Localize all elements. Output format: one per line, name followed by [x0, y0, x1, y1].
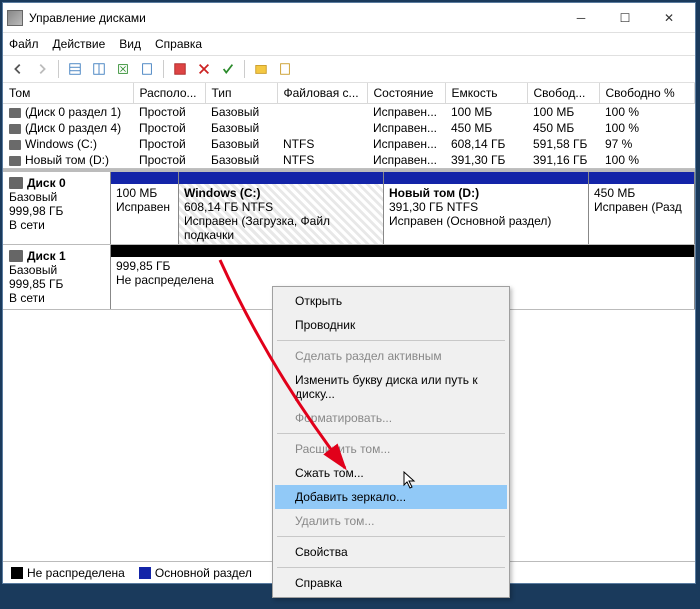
disk-1-head[interactable]: Диск 1 Базовый 999,85 ГБ В сети [3, 245, 111, 309]
partition-windows-c[interactable]: Windows (C:) 608,14 ГБ NTFS Исправен (За… [179, 172, 384, 244]
note-icon[interactable] [274, 58, 296, 80]
table-row[interactable]: (Диск 0 раздел 1)ПростойБазовыйИсправен.… [3, 104, 695, 121]
menu-help[interactable]: Справка [155, 37, 202, 51]
check-icon[interactable] [217, 58, 239, 80]
volume-table: Том Располо... Тип Файловая с... Состоян… [3, 83, 695, 169]
minimize-button[interactable]: ─ [559, 4, 603, 32]
delete-icon[interactable] [193, 58, 215, 80]
ctx-format: Форматировать... [275, 406, 507, 430]
settings-icon[interactable] [169, 58, 191, 80]
partition[interactable]: 450 МБ Исправен (Разд [589, 172, 695, 244]
context-menu: Открыть Проводник Сделать раздел активны… [272, 286, 510, 598]
col-freepct[interactable]: Свободно % [599, 83, 695, 104]
ctx-help[interactable]: Справка [275, 571, 507, 595]
back-button[interactable] [7, 58, 29, 80]
col-free[interactable]: Свобод... [527, 83, 599, 104]
ctx-shrink[interactable]: Сжать том... [275, 461, 507, 485]
col-status[interactable]: Состояние [367, 83, 445, 104]
menu-view[interactable]: Вид [119, 37, 141, 51]
col-layout[interactable]: Располо... [133, 83, 205, 104]
view-list-icon[interactable] [64, 58, 86, 80]
close-button[interactable]: ✕ [647, 4, 691, 32]
toolbar [3, 55, 695, 83]
partition-new-d[interactable]: Новый том (D:) 391,30 ГБ NTFS Исправен (… [384, 172, 589, 244]
ctx-extend: Расширить том... [275, 437, 507, 461]
disk-icon [9, 177, 23, 189]
ctx-props[interactable]: Свойства [275, 540, 507, 564]
disk-0-head[interactable]: Диск 0 Базовый 999,98 ГБ В сети [3, 172, 111, 244]
col-fs[interactable]: Файловая с... [277, 83, 367, 104]
menu-action[interactable]: Действие [53, 37, 106, 51]
table-row[interactable]: (Диск 0 раздел 4)ПростойБазовыйИсправен.… [3, 120, 695, 136]
app-icon [7, 10, 23, 26]
table-row[interactable]: Windows (C:)ПростойБазовыйNTFSИсправен..… [3, 136, 695, 152]
col-capacity[interactable]: Емкость [445, 83, 527, 104]
view-detail-icon[interactable] [88, 58, 110, 80]
forward-button[interactable] [31, 58, 53, 80]
col-type[interactable]: Тип [205, 83, 277, 104]
partition[interactable]: 100 МБ Исправен [111, 172, 179, 244]
folder-icon[interactable] [250, 58, 272, 80]
maximize-button[interactable]: ☐ [603, 4, 647, 32]
refresh-icon[interactable] [112, 58, 134, 80]
titlebar: Управление дисками ─ ☐ ✕ [3, 3, 695, 33]
menu-bar: Файл Действие Вид Справка [3, 33, 695, 55]
ctx-delete: Удалить том... [275, 509, 507, 533]
ctx-explorer[interactable]: Проводник [275, 313, 507, 337]
disk-0-row: Диск 0 Базовый 999,98 ГБ В сети 100 МБ И… [3, 172, 695, 245]
ctx-mirror[interactable]: Добавить зеркало... [275, 485, 507, 509]
col-volume[interactable]: Том [3, 83, 133, 104]
disk-icon [9, 250, 23, 262]
table-row[interactable]: Новый том (D:)ПростойБазовыйNTFSИсправен… [3, 152, 695, 168]
properties-icon[interactable] [136, 58, 158, 80]
window-title: Управление дисками [29, 11, 559, 25]
ctx-letter[interactable]: Изменить букву диска или путь к диску... [275, 368, 507, 406]
ctx-open[interactable]: Открыть [275, 289, 507, 313]
menu-file[interactable]: Файл [9, 37, 39, 51]
ctx-active: Сделать раздел активным [275, 344, 507, 368]
